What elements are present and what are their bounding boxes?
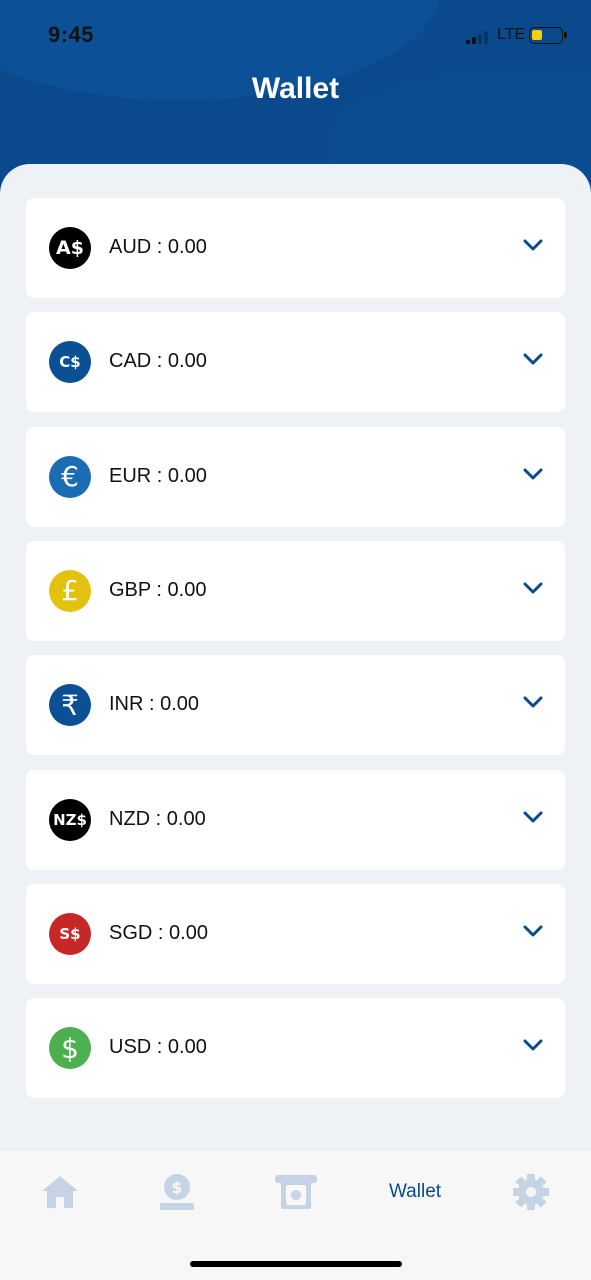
- wallet-balance-label: CAD : 0.00: [109, 350, 207, 373]
- currency-icon-inr: ₹: [49, 684, 91, 727]
- wallet-balance-label: INR : 0.00: [109, 693, 200, 716]
- wallet-card-eur[interactable]: € EUR : 0.00: [26, 426, 565, 527]
- wallet-balance-label: AUD : 0.00: [109, 236, 207, 258]
- gear-icon: [513, 1174, 549, 1210]
- chevron-down-icon[interactable]: [523, 810, 543, 824]
- atm-icon: [275, 1175, 317, 1209]
- tab-deposit[interactable]: $: [147, 1172, 207, 1212]
- wallet-list: A$ AUD : 0.00 C$ CAD : 0.00 € EUR : 0.00 £ GBP …: [0, 164, 591, 1154]
- currency-icon-usd: $: [49, 1027, 91, 1070]
- wallet-card-usd[interactable]: $ USD : 0.00: [26, 998, 565, 1099]
- signal-icon: [466, 30, 494, 44]
- home-indicator: [190, 1261, 402, 1267]
- wallet-balance-label: EUR : 0.00: [109, 464, 207, 487]
- page-title: Wallet: [251, 72, 340, 105]
- chevron-down-icon[interactable]: [523, 695, 543, 709]
- chevron-down-icon[interactable]: [523, 238, 543, 252]
- tab-home[interactable]: [30, 1172, 90, 1212]
- money-hand-icon: $: [160, 1174, 194, 1210]
- wallet-balance-label: SGD : 0.00: [109, 921, 208, 944]
- chevron-down-icon[interactable]: [523, 352, 543, 366]
- tab-atm[interactable]: [266, 1172, 326, 1212]
- wallet-card-inr[interactable]: ₹ INR : 0.00: [26, 655, 565, 756]
- chevron-down-icon[interactable]: [523, 924, 543, 938]
- currency-icon-gbp: £: [49, 569, 91, 612]
- wallet-card-aud[interactable]: A$ AUD : 0.00: [26, 198, 565, 298]
- currency-icon-eur: €: [49, 455, 91, 498]
- chevron-down-icon[interactable]: [523, 1038, 543, 1052]
- network-type: LTE: [497, 26, 526, 43]
- wallet-card-nzd[interactable]: NZ$ NZD : 0.00: [26, 769, 565, 870]
- wallet-card-cad[interactable]: C$ CAD : 0.00: [26, 312, 565, 413]
- wallet-balance-label: GBP : 0.00: [109, 578, 207, 601]
- chevron-down-icon[interactable]: [523, 581, 543, 595]
- wallet-card-sgd[interactable]: S$ SGD : 0.00: [26, 883, 565, 984]
- status-bar: 9:45 LTE: [0, 0, 591, 70]
- tab-settings[interactable]: [501, 1172, 561, 1212]
- svg-text:$: $: [171, 1178, 182, 1197]
- wallet-balance-label: NZD : 0.00: [109, 807, 206, 830]
- currency-icon-aud: A$: [49, 227, 91, 269]
- wallet-balance-label: USD : 0.00: [109, 1036, 207, 1059]
- battery-icon: [529, 27, 567, 44]
- wallet-card-gbp[interactable]: £ GBP : 0.00: [26, 540, 565, 641]
- currency-icon-nzd: NZ$: [49, 798, 91, 841]
- currency-icon-cad: C$: [49, 341, 91, 384]
- chevron-down-icon[interactable]: [523, 467, 543, 481]
- currency-icon-sgd: S$: [49, 912, 91, 955]
- status-time: 9:45: [48, 22, 95, 47]
- home-icon: [42, 1176, 78, 1208]
- tab-wallet[interactable]: Wallet: [380, 1181, 450, 1203]
